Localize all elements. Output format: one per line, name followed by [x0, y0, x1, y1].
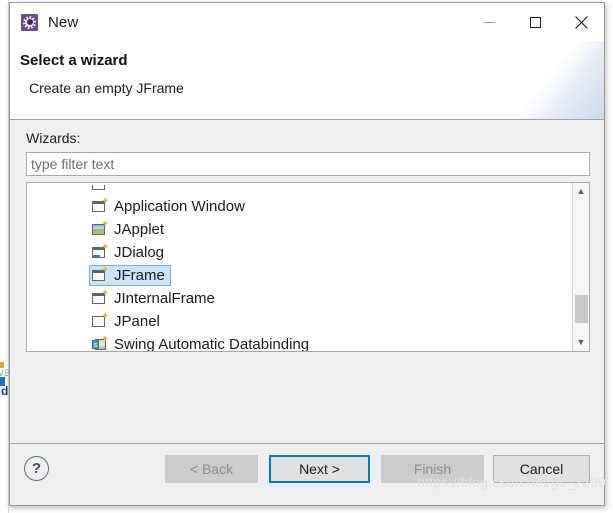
wizard-list-box: ✦ Application Window ✦ JApplet ✦ JDialog…: [26, 182, 590, 352]
jdialog-wizard-icon: ✦: [92, 242, 109, 261]
maximize-button[interactable]: [512, 3, 558, 41]
jpanel-wizard-icon: ✦: [92, 311, 109, 330]
list-item[interactable]: s ✦ Swing Automatic Databinding: [27, 333, 572, 351]
minimize-icon: [483, 21, 495, 23]
title-bar: New: [10, 3, 604, 41]
background-window-strip: va d: [0, 0, 11, 513]
maximize-icon: [529, 16, 541, 28]
wizard-frame-banner-icon: [515, 41, 604, 119]
page-subtitle: Create an empty JFrame: [29, 80, 184, 96]
next-button[interactable]: Next >: [269, 455, 370, 483]
close-icon: [574, 15, 588, 29]
close-button[interactable]: [558, 3, 604, 41]
list-item[interactable]: ✦ Application Window: [27, 195, 572, 218]
scroll-up-button[interactable]: ▲: [573, 183, 589, 200]
search-input[interactable]: [26, 152, 590, 176]
background-text-fragment-b: d: [1, 384, 9, 398]
new-wizard-dialog: New Select a wizard Create an empty JFra…: [9, 2, 606, 506]
list-scrollbar[interactable]: ▲ ▼: [572, 183, 589, 351]
list-item-label: JInternalFrame: [114, 290, 215, 307]
list-item-label: JPanel: [114, 313, 160, 330]
list-item[interactable]: ✦ JPanel: [27, 310, 572, 333]
list-item-label: JApplet: [114, 221, 165, 238]
japplet-wizard-icon: ✦: [92, 219, 109, 238]
list-item-label: Application Window: [114, 198, 245, 215]
back-button: < Back: [165, 455, 258, 483]
list-item-partial-top[interactable]: [27, 185, 572, 195]
list-item-selected-jframe[interactable]: ✦ JFrame: [27, 264, 572, 287]
list-item-label: JDialog: [114, 244, 165, 261]
cancel-button[interactable]: Cancel: [493, 455, 590, 483]
window-controls: [466, 3, 604, 41]
help-icon[interactable]: ?: [24, 456, 49, 481]
databinding-wizard-icon: s ✦: [92, 333, 110, 350]
chevron-down-icon: ▼: [576, 337, 586, 347]
list-item[interactable]: ✦ JApplet: [27, 218, 572, 241]
list-item[interactable]: ✦ JInternalFrame: [27, 287, 572, 310]
jinternalframe-wizard-icon: ✦: [92, 288, 109, 307]
list-item-label: Swing Automatic Databinding: [114, 336, 310, 351]
minimize-button[interactable]: [466, 3, 512, 41]
scroll-down-button[interactable]: ▼: [573, 334, 589, 351]
chevron-up-icon: ▲: [576, 186, 586, 196]
page-title: Select a wizard: [20, 52, 128, 69]
wizard-header: Select a wizard Create an empty JFrame: [10, 41, 604, 120]
jframe-wizard-icon: ✦: [92, 265, 109, 284]
wizards-label: Wizards:: [26, 130, 81, 146]
list-item[interactable]: ✦ JDialog: [27, 241, 572, 264]
wizard-content: Wizards: ✦ Applic: [10, 120, 604, 443]
finish-button: Finish: [381, 455, 484, 483]
gear-icon: [21, 13, 38, 31]
partial-wizard-icon: [92, 185, 108, 193]
dialog-button-bar: ? < Back Next > Finish Cancel https://bl…: [10, 443, 606, 505]
list-item-label: JFrame: [114, 267, 165, 284]
window-title: New: [48, 13, 79, 31]
scrollbar-thumb[interactable]: [575, 295, 588, 323]
wizard-list[interactable]: ✦ Application Window ✦ JApplet ✦ JDialog…: [27, 183, 572, 351]
window-wizard-icon: ✦: [92, 196, 109, 215]
